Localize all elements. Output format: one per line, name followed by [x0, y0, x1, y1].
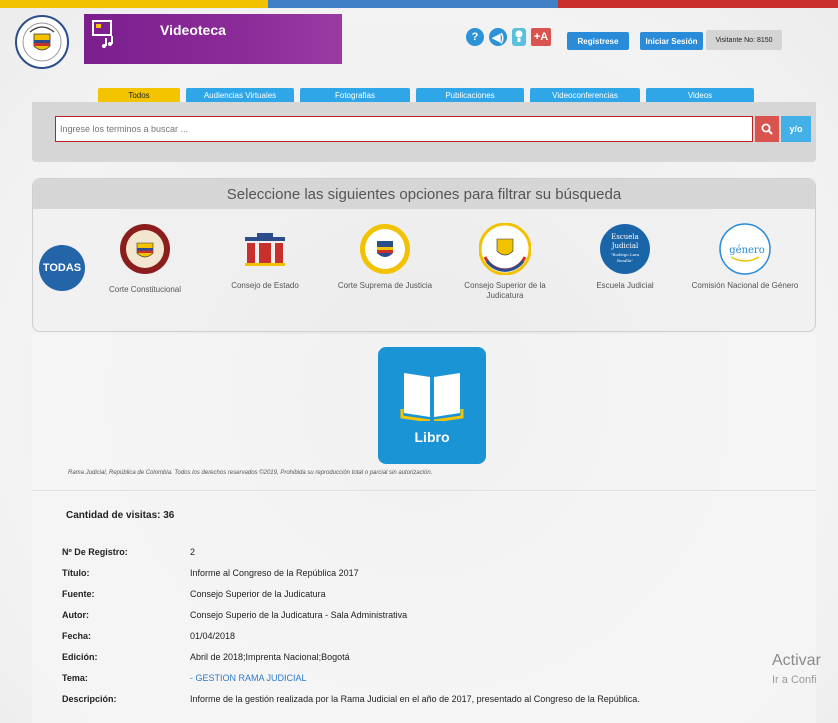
- metadata-key: Fecha:: [62, 630, 92, 641]
- visit-count-value: 36: [163, 510, 175, 521]
- svg-text:Judicial: Judicial: [611, 242, 639, 250]
- site-header: Videoteca ? ◀) +A Registrese Iniciar Ses…: [0, 8, 838, 72]
- metadata-value: Informe de la gestión realizada por la R…: [190, 693, 640, 704]
- filter-panel: Seleccione las siguientes opciones para …: [32, 178, 816, 332]
- svg-text:Bonilla": Bonilla": [617, 258, 633, 263]
- metadata-value: 01/04/2018: [190, 630, 236, 641]
- and-or-button[interactable]: y/o: [781, 116, 811, 142]
- divider: [32, 490, 816, 491]
- entity-label: Consejo Superior de la Judicatura: [464, 281, 546, 300]
- comision-genero-logo: género: [719, 223, 771, 275]
- visitor-counter: Visitante No: 8150: [706, 30, 782, 50]
- entity-label: Escuela Judicial: [596, 281, 654, 290]
- filter-corte-suprema[interactable]: Corte Suprema de Justicia: [325, 223, 445, 291]
- svg-text:Escuela: Escuela: [611, 233, 639, 241]
- metadata-value: Abril de 2018;Imprenta Nacional;Bogotá: [190, 651, 350, 662]
- help-icon[interactable]: ?: [466, 28, 484, 46]
- escuela-judicial-logo: Escuela Judicial "Rodrigo Lara Bonilla": [600, 224, 650, 274]
- filter-heading: Seleccione las siguientes opciones para …: [33, 179, 815, 209]
- metadata-value: 2: [190, 546, 196, 557]
- font-increase-icon[interactable]: +A: [531, 28, 551, 46]
- visit-count: Cantidad de visitas: 36: [66, 510, 174, 521]
- windows-activation-hint: Ir a Confi: [772, 674, 817, 686]
- topic-link[interactable]: - GESTION RAMA JUDICIAL: [190, 673, 307, 683]
- tab-publicaciones[interactable]: Publicaciones: [416, 88, 524, 102]
- video-camera-icon: [92, 20, 113, 48]
- metadata-key: Tema:: [62, 672, 88, 683]
- svg-text:"Rodrigo Lara: "Rodrigo Lara: [611, 252, 640, 257]
- metadata-row: Nº De Registro: 2: [62, 541, 802, 562]
- app-title: Videoteca: [160, 22, 226, 38]
- filter-consejo-de-estado[interactable]: Consejo de Estado: [205, 223, 325, 291]
- login-button[interactable]: Iniciar Sesión: [640, 32, 703, 50]
- search-input[interactable]: [55, 116, 753, 142]
- tab-fotografias[interactable]: Fotografias: [300, 88, 410, 102]
- metadata-row: Fuente: Consejo Superior de la Judicatur…: [62, 583, 802, 604]
- metadata-row: Tema: - GESTION RAMA JUDICIAL: [62, 667, 802, 688]
- metadata-key: Nº De Registro:: [62, 546, 128, 557]
- accessibility-tools: ? ◀) +A: [466, 28, 551, 46]
- videoteca-banner[interactable]: Videoteca: [84, 14, 342, 64]
- search-icon: [761, 123, 773, 135]
- copyright-notice: Rama Judicial, República de Colombia. To…: [68, 470, 433, 476]
- tab-videoconferencias[interactable]: Videoconferencias: [530, 88, 640, 102]
- consejo-superior-logo: [479, 223, 531, 275]
- entity-label: Corte Suprema de Justicia: [337, 281, 433, 290]
- media-type-badge[interactable]: Libro: [378, 347, 486, 464]
- corte-constitucional-logo: [120, 224, 170, 274]
- rama-judicial-seal-logo[interactable]: [10, 14, 74, 70]
- corte-suprema-logo: [360, 224, 410, 274]
- metadata-table: Nº De Registro: 2 Título: Informe al Con…: [62, 541, 802, 709]
- contrast-bulb-icon[interactable]: [512, 28, 526, 46]
- filter-all-button[interactable]: TODAS: [39, 245, 85, 291]
- metadata-value: Consejo Superio de la Judicatura - Sala …: [190, 609, 408, 620]
- tab-todos[interactable]: Todos: [98, 88, 180, 102]
- metadata-value: Consejo Superior de la Judicatura: [190, 588, 326, 599]
- entity-label: Consejo de Estado: [231, 281, 299, 290]
- entity-label: Corte Constitucional: [108, 285, 182, 294]
- media-type-label: Libro: [414, 429, 450, 445]
- metadata-key: Fuente:: [62, 588, 95, 599]
- tab-audiencias-virtuales[interactable]: Audiencias Virtuales: [186, 88, 294, 102]
- filter-escuela-judicial[interactable]: Escuela Judicial "Rodrigo Lara Bonilla" …: [565, 223, 685, 291]
- filter-corte-constitucional[interactable]: Corte Constitucional: [85, 223, 205, 295]
- search-panel: y/o: [32, 102, 816, 162]
- metadata-row: Edición: Abril de 2018;Imprenta Nacional…: [62, 646, 802, 667]
- filter-comision-genero[interactable]: género Comisión Nacional de Género: [685, 223, 805, 291]
- metadata-key: Edición:: [62, 651, 98, 662]
- metadata-key: Autor:: [62, 609, 89, 620]
- svg-text:género: género: [729, 245, 764, 256]
- open-book-icon: [400, 373, 464, 421]
- windows-activation-watermark: Activar: [772, 652, 821, 669]
- metadata-key: Descripción:: [62, 693, 117, 704]
- entity-label: Comisión Nacional de Género: [691, 281, 799, 290]
- consejo-de-estado-logo: [245, 233, 285, 266]
- category-tabs: Todos Audiencias Virtuales Fotografias P…: [98, 88, 754, 102]
- item-detail: Libro Rama Judicial, República de Colomb…: [32, 334, 816, 723]
- visit-count-label: Cantidad de visitas:: [66, 510, 161, 521]
- metadata-row: Autor: Consejo Superio de la Judicatura …: [62, 604, 802, 625]
- audio-icon[interactable]: ◀): [489, 28, 507, 46]
- metadata-row: Título: Informe al Congreso de la Repúbl…: [62, 562, 802, 583]
- metadata-value: Informe al Congreso de la República 2017: [190, 567, 359, 578]
- color-stripe: [0, 0, 838, 8]
- register-button[interactable]: Registrese: [567, 32, 629, 50]
- tab-videos[interactable]: Videos: [646, 88, 754, 102]
- metadata-row: Descripción: Informe de la gestión reali…: [62, 688, 802, 709]
- metadata-key: Título:: [62, 567, 90, 578]
- search-button[interactable]: [755, 116, 779, 142]
- metadata-row: Fecha: 01/04/2018: [62, 625, 802, 646]
- filter-consejo-superior[interactable]: Consejo Superior de la Judicatura: [445, 223, 565, 301]
